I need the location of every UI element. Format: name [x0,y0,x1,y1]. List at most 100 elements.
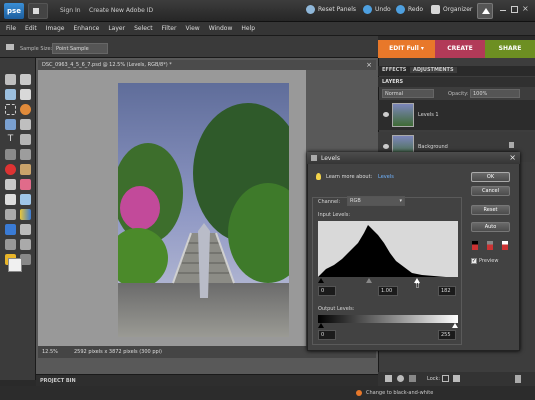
menu-view[interactable]: View [185,25,199,32]
output-white-slider[interactable] [452,323,458,328]
menu-edit[interactable]: Edit [25,25,37,32]
ok-button[interactable]: OK [471,172,510,182]
adjustment-layer-icon[interactable] [397,375,404,382]
eyedropper-tool-icon[interactable] [6,44,14,50]
gray-eyedropper-icon[interactable] [487,241,493,250]
output-white-field[interactable]: 255 [438,330,456,340]
document-photo[interactable] [118,83,289,337]
layers-panel-header[interactable]: LAYERS [378,77,535,87]
undo-button[interactable]: Undo [363,5,391,14]
tab-edit[interactable]: EDIT Full ▾ [378,40,435,58]
layer-thumbnail [392,103,414,127]
input-black-field[interactable]: 0 [318,286,336,296]
foreground-color-swatch[interactable] [8,258,22,272]
clone-stamp-icon[interactable] [5,179,16,190]
learn-more-link[interactable]: Levels [378,174,394,180]
quick-selection-icon[interactable] [5,119,16,130]
magic-wand-icon[interactable] [20,119,31,130]
blend-mode-select[interactable]: Normal [382,89,434,98]
menu-file[interactable]: File [6,25,16,32]
mask-icon[interactable] [409,375,416,382]
black-eyedropper-icon[interactable] [472,241,478,250]
preview-checkbox[interactable]: ✓ [471,258,477,264]
white-eyedropper-icon[interactable] [502,241,508,250]
visibility-eye-icon[interactable] [383,144,389,149]
straighten-tool-icon[interactable] [20,149,31,160]
document-close-icon[interactable]: × [366,61,372,69]
brush-tool-icon[interactable] [5,194,16,205]
create-adobe-id-link[interactable]: Create New Adobe ID [89,7,153,14]
menu-image[interactable]: Image [46,25,65,32]
menu-layer[interactable]: Layer [108,25,125,32]
input-gamma-slider[interactable] [366,278,372,283]
cancel-button[interactable]: Cancel [471,186,510,196]
levels-title: Levels [321,155,340,162]
menu-help[interactable]: Help [241,25,255,32]
menu-select[interactable]: Select [134,25,153,32]
opacity-field[interactable]: 100% [470,89,520,98]
menu-enhance[interactable]: Enhance [73,25,99,32]
channel-select[interactable]: RGB ▾ [347,196,405,206]
close-icon[interactable]: × [522,4,529,13]
tab-share[interactable]: SHARE [485,40,535,58]
output-black-field[interactable]: 0 [318,330,336,340]
marquee-tool-icon[interactable] [5,104,16,115]
levels-title-bar[interactable]: Levels × [307,152,520,164]
home-button[interactable] [477,3,493,19]
minimize-icon[interactable] [500,10,506,11]
smart-brush-icon[interactable] [20,194,31,205]
sign-in-link[interactable]: Sign In [60,7,81,14]
output-black-slider[interactable] [318,323,324,328]
lock-all-icon[interactable] [453,375,460,382]
hand-tool-icon[interactable] [5,89,16,100]
red-eye-icon[interactable] [5,164,16,175]
shape-tool-icon[interactable] [5,224,16,235]
input-white-field[interactable]: 182 [438,286,456,296]
cookie-cutter-icon[interactable] [5,149,16,160]
paint-bucket-icon[interactable] [5,209,16,220]
lock-transparent-icon[interactable] [442,375,449,382]
blur-tool-icon[interactable] [20,224,31,235]
zoom-level[interactable]: 12.5% [42,349,58,355]
reset-button[interactable]: Reset [471,205,510,215]
crop-tool-icon[interactable] [20,134,31,145]
eraser-icon[interactable] [20,179,31,190]
sample-size-select[interactable]: Point Sample [52,43,108,54]
move-tool-icon[interactable] [5,74,16,85]
type-tool-icon[interactable]: T [5,134,16,145]
menu-filter[interactable]: Filter [162,25,177,32]
reset-panels-button[interactable]: Reset Panels [306,5,356,14]
action-hint[interactable]: Change to black-and-white [366,390,433,396]
layer-row[interactable]: Levels 1 [378,100,535,130]
redo-icon [396,5,405,14]
auto-button[interactable]: Auto [471,222,510,232]
maximize-icon[interactable] [511,6,518,13]
layer-name: Levels 1 [418,112,439,118]
input-gamma-field[interactable]: 1.00 [378,286,398,296]
new-layer-icon[interactable] [385,375,392,382]
levels-close-icon[interactable]: × [509,153,516,162]
tab-effects[interactable]: EFFECTS [382,67,406,73]
input-black-slider[interactable] [318,278,324,283]
eyedropper-icon[interactable] [20,89,31,100]
tab-adjustments[interactable]: ADJUSTMENTS [410,67,457,73]
zoom-tool-icon[interactable] [20,74,31,85]
project-bin-header[interactable]: PROJECT BIN [36,374,378,386]
home-icon [482,8,490,14]
gradient-tool-icon[interactable] [20,209,31,220]
chevron-down-icon: ▾ [399,198,402,204]
visibility-eye-icon[interactable] [383,112,389,117]
flowering-tree [120,186,160,230]
tab-create[interactable]: CREATE [435,40,485,58]
pencil-tool-icon[interactable] [20,239,31,250]
trash-icon[interactable] [515,375,521,383]
redo-button[interactable]: Redo [396,5,423,14]
organizer-button[interactable]: Organizer [431,5,472,14]
healing-brush-icon[interactable] [20,164,31,175]
layout-menu-button[interactable] [28,3,48,19]
lasso-tool-icon[interactable] [20,104,31,115]
sponge-tool-icon[interactable] [5,239,16,250]
lightbulb-icon [316,173,321,180]
menu-window[interactable]: Window [209,25,233,32]
bottom-bar: Change to black-and-white [0,386,535,400]
